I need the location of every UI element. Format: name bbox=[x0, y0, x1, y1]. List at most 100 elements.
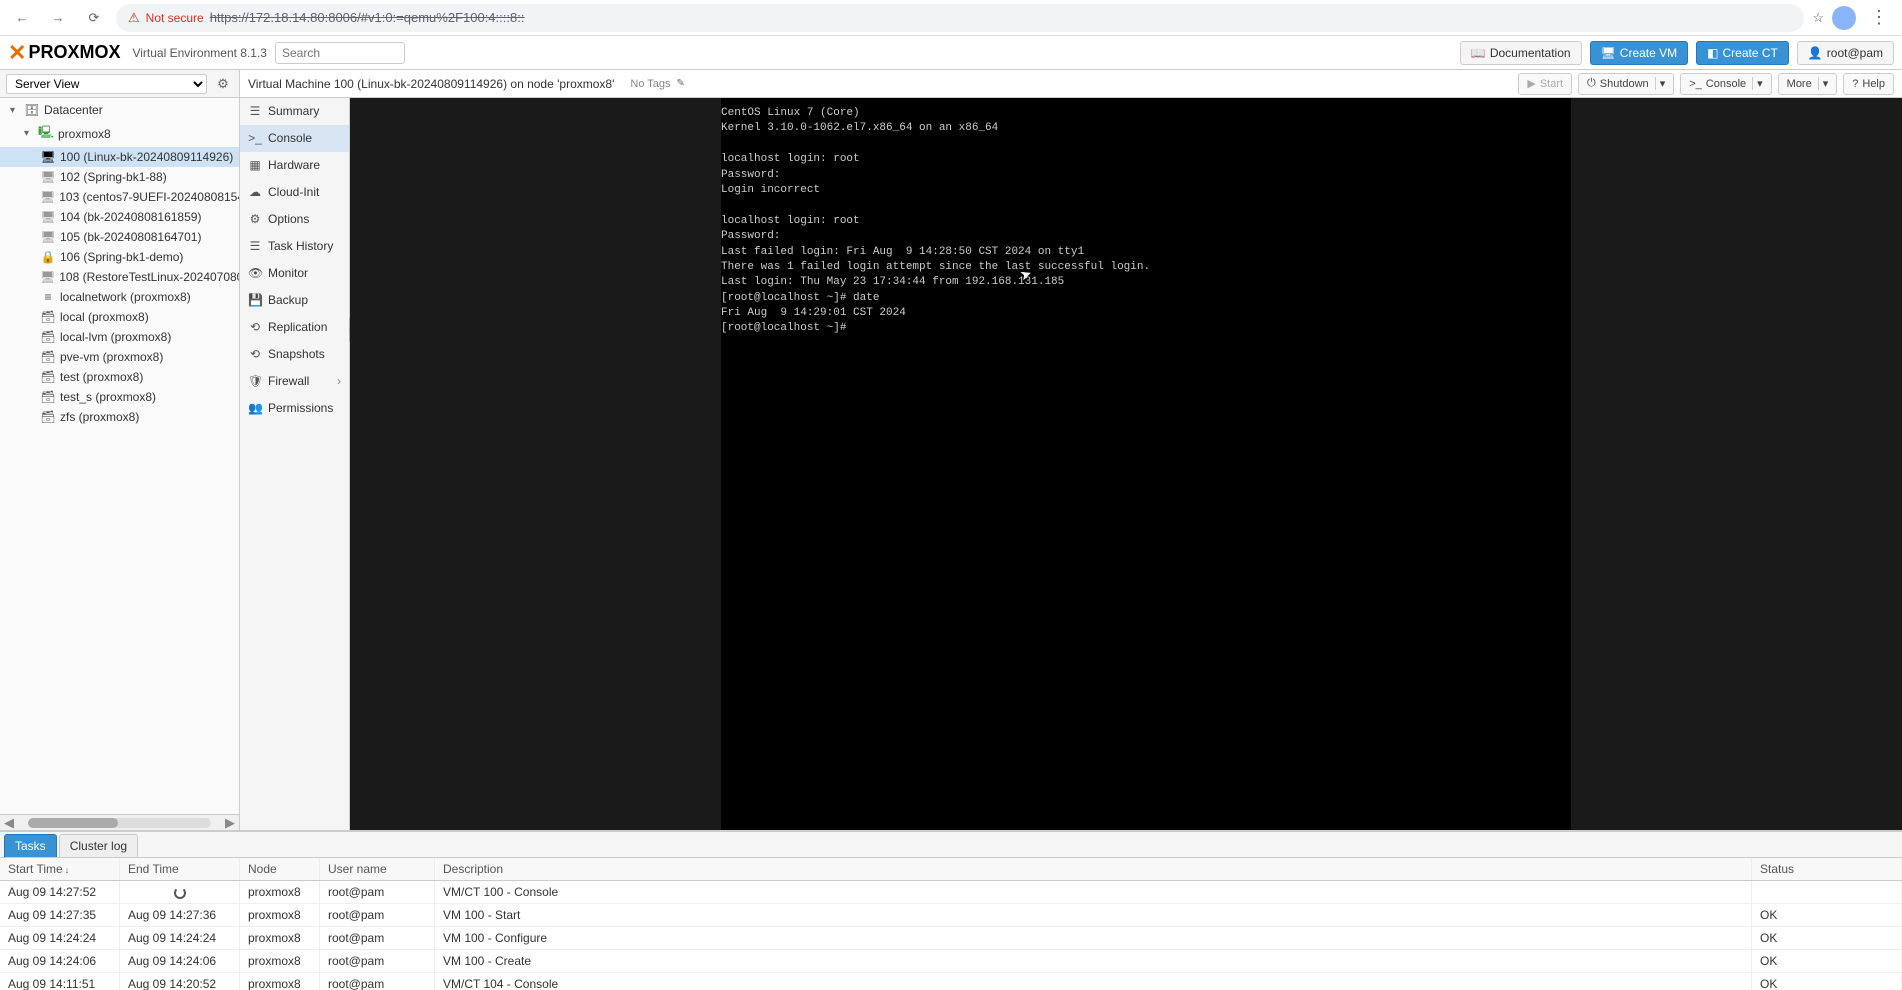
tree-label: 105 (bk-20240808164701) bbox=[60, 230, 201, 244]
nav-label: Monitor bbox=[268, 266, 308, 280]
gear-icon[interactable]: ⚙ bbox=[213, 74, 233, 94]
logo-text: PROXMOX bbox=[28, 42, 120, 63]
nav-label: Firewall bbox=[268, 374, 309, 388]
browser-toolbar: ← → ⟳ ⚠ Not secure https://172.18.14.80:… bbox=[0, 0, 1902, 36]
nav-permissions[interactable]: 👥Permissions bbox=[240, 395, 349, 422]
tree-node-locallvm[interactable]: 🗃 local-lvm (proxmox8) bbox=[0, 327, 239, 347]
tree-node-vm103[interactable]: 🖥 103 (centos7-9UEFI-20240808154757) bbox=[0, 187, 239, 207]
cell-start: Aug 09 14:27:52 bbox=[0, 881, 120, 903]
shutdown-button[interactable]: ⏻ Shutdown ▾ bbox=[1578, 73, 1674, 95]
start-button[interactable]: ▶ Start bbox=[1518, 73, 1572, 95]
browser-menu-icon[interactable]: ⋮ bbox=[1864, 7, 1894, 28]
nav-console[interactable]: >_Console bbox=[240, 125, 349, 152]
tree-node-zfs[interactable]: 🗃 zfs (proxmox8) bbox=[0, 407, 239, 427]
help-label: Help bbox=[1862, 78, 1885, 90]
documentation-label: Documentation bbox=[1490, 46, 1571, 60]
nav-snapshots[interactable]: ⟲Snapshots bbox=[240, 341, 349, 368]
tree-node-vm102[interactable]: 🖥 102 (Spring-bk1-88) bbox=[0, 167, 239, 187]
address-bar[interactable]: ⚠ Not secure https://172.18.14.80:8006/#… bbox=[116, 4, 1804, 32]
create-vm-button[interactable]: 🖥 Create VM bbox=[1590, 41, 1689, 65]
search-input[interactable] bbox=[275, 42, 405, 64]
storage-icon: 🗃 bbox=[40, 410, 56, 424]
nav-firewall[interactable]: 🛡Firewall bbox=[240, 368, 349, 395]
col-description[interactable]: Description bbox=[435, 858, 1752, 880]
more-label: More bbox=[1787, 78, 1812, 90]
table-row[interactable]: Aug 09 14:27:52proxmox8root@pamVM/CT 100… bbox=[0, 881, 1902, 904]
eye-icon: 👁 bbox=[248, 266, 262, 280]
console-button[interactable]: >_ Console ▾ bbox=[1680, 73, 1771, 95]
create-ct-button[interactable]: ◧ Create CT bbox=[1696, 41, 1789, 65]
tree-node-test[interactable]: 🗃 test (proxmox8) bbox=[0, 367, 239, 387]
col-start-time[interactable]: Start Time↓ bbox=[0, 858, 120, 880]
reload-button[interactable]: ⟳ bbox=[80, 4, 108, 32]
nav-hardware[interactable]: ▦Hardware bbox=[240, 152, 349, 179]
help-button[interactable]: ? Help bbox=[1843, 73, 1894, 95]
tree-node-local[interactable]: 🗃 local (proxmox8) bbox=[0, 307, 239, 327]
tree-label: pve-vm (proxmox8) bbox=[60, 350, 163, 364]
back-button[interactable]: ← bbox=[8, 4, 36, 32]
user-menu-button[interactable]: 👤 root@pam bbox=[1797, 41, 1894, 65]
tree-horizontal-scrollbar[interactable]: ◀ ▶ bbox=[0, 814, 239, 830]
nav-replication[interactable]: ⟲Replication bbox=[240, 314, 349, 341]
more-button[interactable]: More ▾ bbox=[1778, 73, 1838, 95]
cell-status: OK bbox=[1752, 950, 1902, 972]
tree-node-datacenter[interactable]: ▾🗄 Datacenter bbox=[0, 100, 239, 120]
nav-task-history[interactable]: ☰Task History bbox=[240, 233, 349, 260]
tree-node-localnetwork[interactable]: ≡ localnetwork (proxmox8) bbox=[0, 287, 239, 307]
nav-cloudinit[interactable]: ☁Cloud-Init bbox=[240, 179, 349, 206]
nav-options[interactable]: ⚙Options bbox=[240, 206, 349, 233]
nav-label: Backup bbox=[268, 293, 308, 307]
vm-stopped-icon: 🖥 bbox=[40, 190, 55, 204]
user-icon: 👤 bbox=[1808, 46, 1823, 60]
logo-x-icon: ✕ bbox=[8, 40, 26, 66]
sync-icon: ⟲ bbox=[248, 320, 262, 334]
chevron-down-icon[interactable]: ▾ bbox=[1752, 77, 1763, 90]
chevron-down-icon[interactable]: ▾ bbox=[1818, 77, 1829, 90]
cloud-icon: ☁ bbox=[248, 185, 262, 199]
cell-desc: VM/CT 100 - Console bbox=[435, 881, 1752, 903]
forward-button[interactable]: → bbox=[44, 4, 72, 32]
cell-node: proxmox8 bbox=[240, 904, 320, 926]
tree-node-vm104[interactable]: 🖥 104 (bk-20240808161859) bbox=[0, 207, 239, 227]
chevron-down-icon[interactable]: ▾ bbox=[1655, 77, 1666, 90]
tab-tasks[interactable]: Tasks bbox=[4, 834, 57, 857]
server-icon: 🖳 bbox=[38, 123, 54, 144]
col-node[interactable]: Node bbox=[240, 858, 320, 880]
cell-desc: VM/CT 104 - Console bbox=[435, 973, 1752, 990]
play-icon: ▶ bbox=[1527, 77, 1535, 90]
tree-node-vm108[interactable]: 🖥 108 (RestoreTestLinux-2024070804302) bbox=[0, 267, 239, 287]
datacenter-icon: 🗄 bbox=[24, 103, 40, 117]
tree-node-vm106[interactable]: 🔒 106 (Spring-bk1-demo) bbox=[0, 247, 239, 267]
tree-node-pvevm[interactable]: 🗃 pve-vm (proxmox8) bbox=[0, 347, 239, 367]
book-icon: 📖 bbox=[1471, 46, 1486, 60]
disk-icon: 💾 bbox=[248, 293, 262, 307]
col-user[interactable]: User name bbox=[320, 858, 435, 880]
bookmark-icon[interactable]: ☆ bbox=[1812, 10, 1824, 26]
table-row[interactable]: Aug 09 14:27:35Aug 09 14:27:36proxmox8ro… bbox=[0, 904, 1902, 927]
create-ct-label: Create CT bbox=[1722, 46, 1777, 60]
view-selector[interactable]: Server View bbox=[6, 74, 207, 94]
nav-summary[interactable]: ☰Summary bbox=[240, 98, 349, 125]
documentation-button[interactable]: 📖 Documentation bbox=[1460, 41, 1582, 65]
tree-node-vm100[interactable]: 🖥 100 (Linux-bk-20240809114926) bbox=[0, 147, 239, 167]
vm-locked-icon: 🔒 bbox=[40, 250, 56, 264]
console-viewport[interactable]: CentOS Linux 7 (Core) Kernel 3.10.0-1062… bbox=[350, 98, 1902, 830]
proxmox-logo[interactable]: ✕ PROXMOX bbox=[8, 40, 120, 66]
sort-down-icon: ↓ bbox=[65, 865, 70, 875]
edit-tags-icon[interactable]: ✎ bbox=[677, 78, 685, 89]
col-status[interactable]: Status bbox=[1752, 858, 1902, 880]
nav-backup[interactable]: 💾 Backup bbox=[240, 287, 349, 314]
tree-node-tests[interactable]: 🗃 test_s (proxmox8) bbox=[0, 387, 239, 407]
console-output: CentOS Linux 7 (Core) Kernel 3.10.0-1062… bbox=[721, 98, 1571, 830]
nav-monitor[interactable]: 👁 Monitor bbox=[240, 260, 349, 287]
tree-node-host[interactable]: ▾🖳 proxmox8 bbox=[0, 120, 239, 147]
cell-status: OK bbox=[1752, 927, 1902, 949]
table-row[interactable]: Aug 09 14:24:24Aug 09 14:24:24proxmox8ro… bbox=[0, 927, 1902, 950]
cell-node: proxmox8 bbox=[240, 881, 320, 903]
tab-cluster-log[interactable]: Cluster log bbox=[59, 834, 138, 857]
table-row[interactable]: Aug 09 14:11:51Aug 09 14:20:52proxmox8ro… bbox=[0, 973, 1902, 990]
tree-node-vm105[interactable]: 🖥 105 (bk-20240808164701) bbox=[0, 227, 239, 247]
col-end-time[interactable]: End Time bbox=[120, 858, 240, 880]
profile-avatar[interactable] bbox=[1832, 6, 1856, 30]
table-row[interactable]: Aug 09 14:24:06Aug 09 14:24:06proxmox8ro… bbox=[0, 950, 1902, 973]
